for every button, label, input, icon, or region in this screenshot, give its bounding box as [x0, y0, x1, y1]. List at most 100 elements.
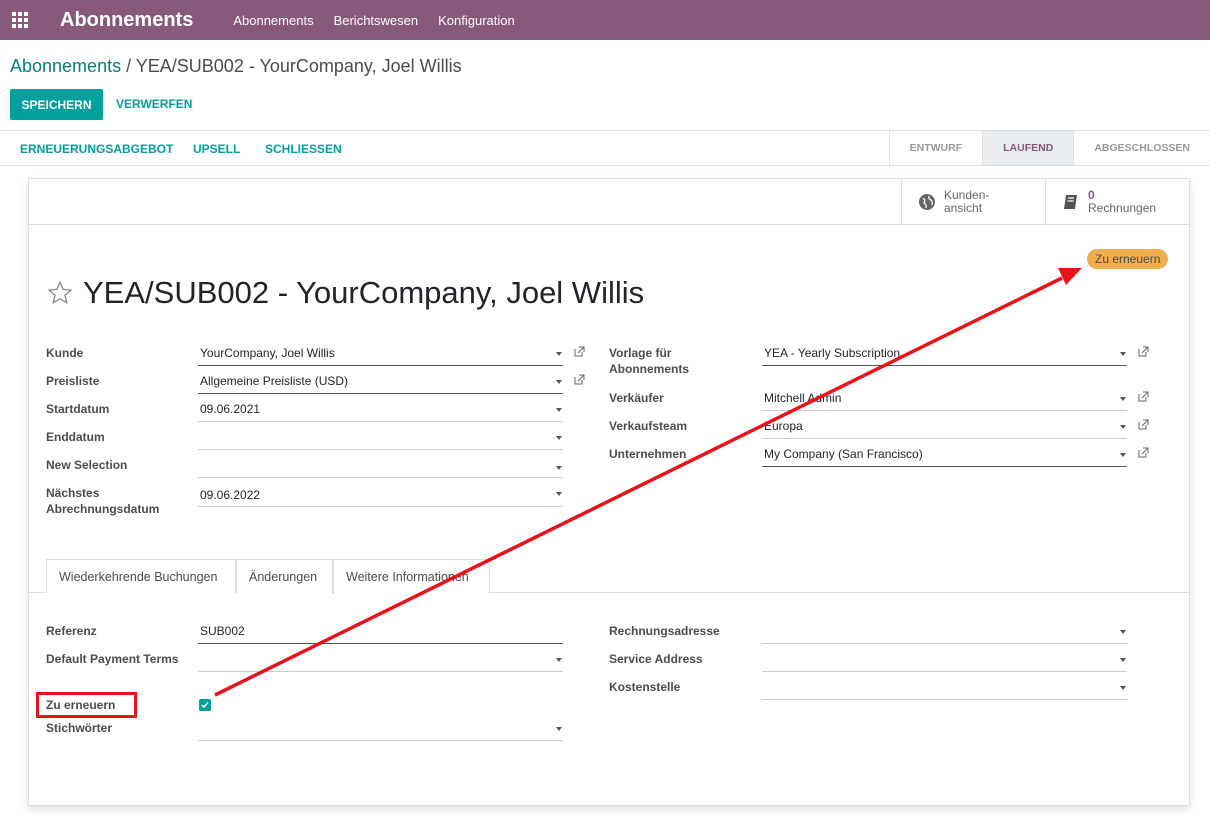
- smart-button-box: Kunden-ansicht 0 Rechnungen: [29, 179, 1189, 225]
- service-address-caret-icon[interactable]: [1120, 658, 1126, 662]
- menu-abonnements[interactable]: Abonnements: [233, 13, 313, 28]
- new-selection-underline: [198, 477, 563, 478]
- next-invoice-date-label: Nächstes Abrechnungsdatum: [46, 486, 160, 516]
- salesperson-underline: [762, 410, 1127, 411]
- tab-other-info[interactable]: Weitere Informationen: [333, 559, 490, 594]
- app-title[interactable]: Abonnements: [60, 9, 193, 32]
- end-date-underline: [198, 449, 563, 450]
- next-invoice-date-underline: [198, 506, 563, 507]
- stage-in-progress[interactable]: LAUFEND: [982, 131, 1074, 165]
- reference-underline: [198, 643, 563, 644]
- tab-changes[interactable]: Änderungen: [236, 559, 333, 593]
- reference-label: Referenz: [46, 624, 97, 638]
- company-label: Unternehmen: [609, 447, 687, 461]
- cost-center-label: Kostenstelle: [609, 680, 681, 694]
- pricelist-field[interactable]: Allgemeine Preisliste (USD): [200, 370, 565, 392]
- stage-pipeline: ENTWURF LAUFEND ABGESCHLOSSEN: [888, 131, 1210, 165]
- company-caret-icon[interactable]: [1120, 453, 1126, 457]
- start-date-field[interactable]: 09.06.2021: [200, 398, 565, 420]
- new-selection-caret-icon[interactable]: [556, 466, 562, 470]
- renewal-quote-button[interactable]: ERNEUERUNGSABGEBOT: [20, 142, 173, 156]
- discard-button[interactable]: VERWERFEN: [116, 97, 192, 111]
- tags-label: Stichwörter: [46, 721, 113, 735]
- payment-terms-underline: [198, 671, 563, 672]
- breadcrumb-separator: /: [121, 56, 136, 76]
- customer-field[interactable]: YourCompany, Joel Willis: [200, 342, 565, 364]
- star-icon[interactable]: [47, 280, 73, 306]
- invoices-label: Rechnungen: [1088, 201, 1157, 215]
- cost-center-underline: [762, 699, 1127, 700]
- sales-team-external-link-icon[interactable]: [1138, 419, 1149, 430]
- start-date-underline: [198, 421, 563, 422]
- sales-team-underline: [762, 438, 1127, 439]
- customer-label: Kunde: [46, 346, 84, 360]
- invoice-address-caret-icon[interactable]: [1120, 630, 1126, 634]
- apps-menu-icon[interactable]: [0, 0, 40, 40]
- tab-recurring-lines[interactable]: Wiederkehrende Buchungen: [46, 559, 236, 593]
- customer-view-line2: ansicht: [944, 201, 983, 215]
- start-date-label: Startdatum: [46, 402, 110, 416]
- template-field[interactable]: YEA - Yearly Subscription: [764, 342, 1124, 364]
- payment-terms-label: Default Payment Terms: [46, 652, 179, 666]
- salesperson-field[interactable]: Mitchell Admin: [764, 387, 1124, 409]
- cost-center-caret-icon[interactable]: [1120, 686, 1126, 690]
- checkmark-icon: [201, 702, 209, 709]
- top-navbar: Abonnements Abonnements Berichtswesen Ko…: [0, 0, 1210, 40]
- end-date-caret-icon[interactable]: [556, 436, 562, 440]
- sales-team-caret-icon[interactable]: [1120, 425, 1126, 429]
- salesperson-label: Verkäufer: [609, 391, 664, 405]
- tags-field[interactable]: [200, 717, 565, 739]
- breadcrumb: Abonnements / YEA/SUB002 - YourCompany, …: [10, 56, 462, 77]
- menu-berichtswesen[interactable]: Berichtswesen: [334, 13, 419, 28]
- new-selection-field[interactable]: [200, 454, 565, 476]
- next-invoice-date-caret-icon[interactable]: [556, 492, 562, 496]
- invoice-address-underline: [762, 643, 1127, 644]
- salesperson-caret-icon[interactable]: [1120, 397, 1126, 401]
- template-external-link-icon[interactable]: [1138, 346, 1149, 357]
- invoice-address-label: Rechnungsadresse: [609, 624, 720, 638]
- template-caret-icon[interactable]: [1120, 352, 1126, 356]
- customer-field-underline: [198, 365, 563, 366]
- customer-caret-icon[interactable]: [556, 352, 562, 356]
- customer-view-button[interactable]: Kunden-ansicht: [901, 179, 1045, 225]
- reference-field[interactable]: SUB002: [200, 620, 565, 642]
- pricelist-field-underline: [198, 393, 563, 394]
- record-title: YEA/SUB002 - YourCompany, Joel Willis: [47, 275, 644, 311]
- form-sheet: Kunden-ansicht 0 Rechnungen Zu erneuern Y…: [28, 178, 1190, 806]
- start-date-caret-icon[interactable]: [556, 408, 562, 412]
- sales-team-field[interactable]: Europa: [764, 415, 1124, 437]
- tags-caret-icon[interactable]: [556, 727, 562, 731]
- close-subscription-button[interactable]: SCHLIESSEN: [265, 142, 342, 156]
- pricelist-label: Preisliste: [46, 374, 100, 388]
- stage-draft[interactable]: ENTWURF: [888, 131, 983, 165]
- globe-icon: [919, 194, 935, 210]
- payment-terms-caret-icon[interactable]: [556, 658, 562, 662]
- stage-closed[interactable]: ABGESCHLOSSEN: [1073, 131, 1210, 165]
- company-field-underline: [762, 466, 1127, 467]
- service-address-field[interactable]: [764, 648, 1124, 670]
- upsell-button[interactable]: UPSELL: [193, 142, 240, 156]
- service-address-label: Service Address: [609, 652, 703, 666]
- pricelist-caret-icon[interactable]: [556, 380, 562, 384]
- cost-center-field[interactable]: [764, 676, 1124, 698]
- save-button[interactable]: SPEICHERN: [10, 89, 103, 120]
- next-invoice-date-field[interactable]: 09.06.2022: [200, 484, 565, 506]
- statusbar: ERNEUERUNGSABGEBOT UPSELL SCHLIESSEN ENT…: [0, 130, 1210, 166]
- company-field[interactable]: My Company (San Francisco): [764, 443, 1124, 465]
- company-external-link-icon[interactable]: [1138, 447, 1149, 458]
- end-date-field[interactable]: [200, 426, 565, 448]
- template-field-underline: [762, 365, 1127, 366]
- service-address-underline: [762, 671, 1127, 672]
- menu-konfiguration[interactable]: Konfiguration: [438, 13, 515, 28]
- invoices-button[interactable]: 0 Rechnungen: [1045, 179, 1189, 225]
- customer-external-link-icon[interactable]: [574, 346, 585, 357]
- payment-terms-field[interactable]: [200, 648, 565, 670]
- pricelist-external-link-icon[interactable]: [574, 374, 585, 385]
- breadcrumb-parent[interactable]: Abonnements: [10, 56, 121, 76]
- end-date-label: Enddatum: [46, 430, 105, 444]
- to-renew-checkbox[interactable]: [199, 699, 211, 711]
- invoice-address-field[interactable]: [764, 620, 1124, 642]
- salesperson-external-link-icon[interactable]: [1138, 391, 1149, 402]
- record-title-text: YEA/SUB002 - YourCompany, Joel Willis: [83, 275, 645, 310]
- annotation-highlight-box: [36, 692, 137, 718]
